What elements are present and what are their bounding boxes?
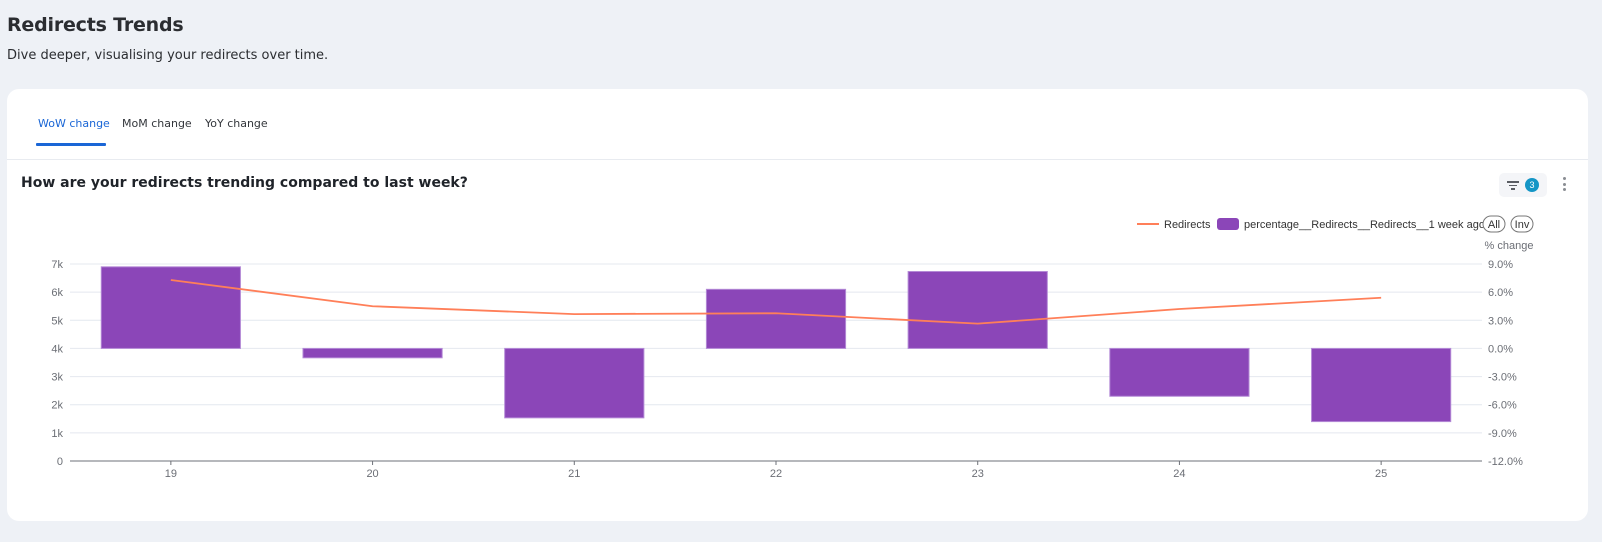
x-axis-tick-label: 19 [165,468,177,480]
x-axis-tick-label: 20 [366,468,378,480]
left-axis-tick-label: 1k [51,428,63,440]
right-axis-tick-label: 9.0% [1488,259,1513,271]
legend-all-label[interactable]: All [1488,219,1500,231]
legend-bar-swatch [1217,218,1239,230]
right-axis-tick-label: 6.0% [1488,287,1513,299]
bar[interactable] [1109,347,1250,397]
bar[interactable] [1311,347,1452,423]
bar[interactable] [504,347,645,419]
page-subtitle: Dive deeper, visualising your redirects … [7,48,329,63]
right-axis-tick-label: 0.0% [1488,343,1513,355]
right-axis-tick-label: -9.0% [1488,428,1517,440]
x-axis-tick-label: 25 [1375,468,1387,480]
left-axis-tick-label: 3k [51,372,63,384]
left-axis-tick-label: 0 [57,456,63,468]
bar[interactable] [302,347,443,359]
left-axis-tick-label: 2k [51,400,63,412]
legend-inv-label[interactable]: Inv [1515,219,1530,231]
right-axis-tick-label: -12.0% [1488,456,1523,468]
bar[interactable] [100,266,241,349]
x-axis-tick-label: 22 [770,468,782,480]
right-axis-tick-label: 3.0% [1488,315,1513,327]
x-axis-tick-label: 21 [568,468,580,480]
right-axis-tick-label: -6.0% [1488,400,1517,412]
bar[interactable] [907,271,1048,349]
x-axis-tick-label: 23 [972,468,984,480]
page-title: Redirects Trends [7,14,184,36]
x-axis-tick-label: 24 [1173,468,1185,480]
legend-label-percentage[interactable]: percentage__Redirects__Redirects__1 week… [1244,219,1485,231]
left-axis-tick-label: 4k [51,343,63,355]
left-axis-tick-label: 6k [51,287,63,299]
bar[interactable] [705,288,847,349]
combo-chart: 0 1k 2k 3k 4k 5k 6k 7k -12.0% -9.0% -6.0% -3.0% 0.0%… [51,215,1534,480]
left-axis-tick-label: 5k [51,315,63,327]
left-axis-tick-label: 7k [51,259,63,271]
right-axis-tick-label: -3.0% [1488,372,1517,384]
trends-card: WoW change MoM change YoY change How are… [7,89,1588,521]
legend-label-redirects[interactable]: Redirects [1164,219,1211,231]
right-axis-label: % change [1485,240,1534,252]
